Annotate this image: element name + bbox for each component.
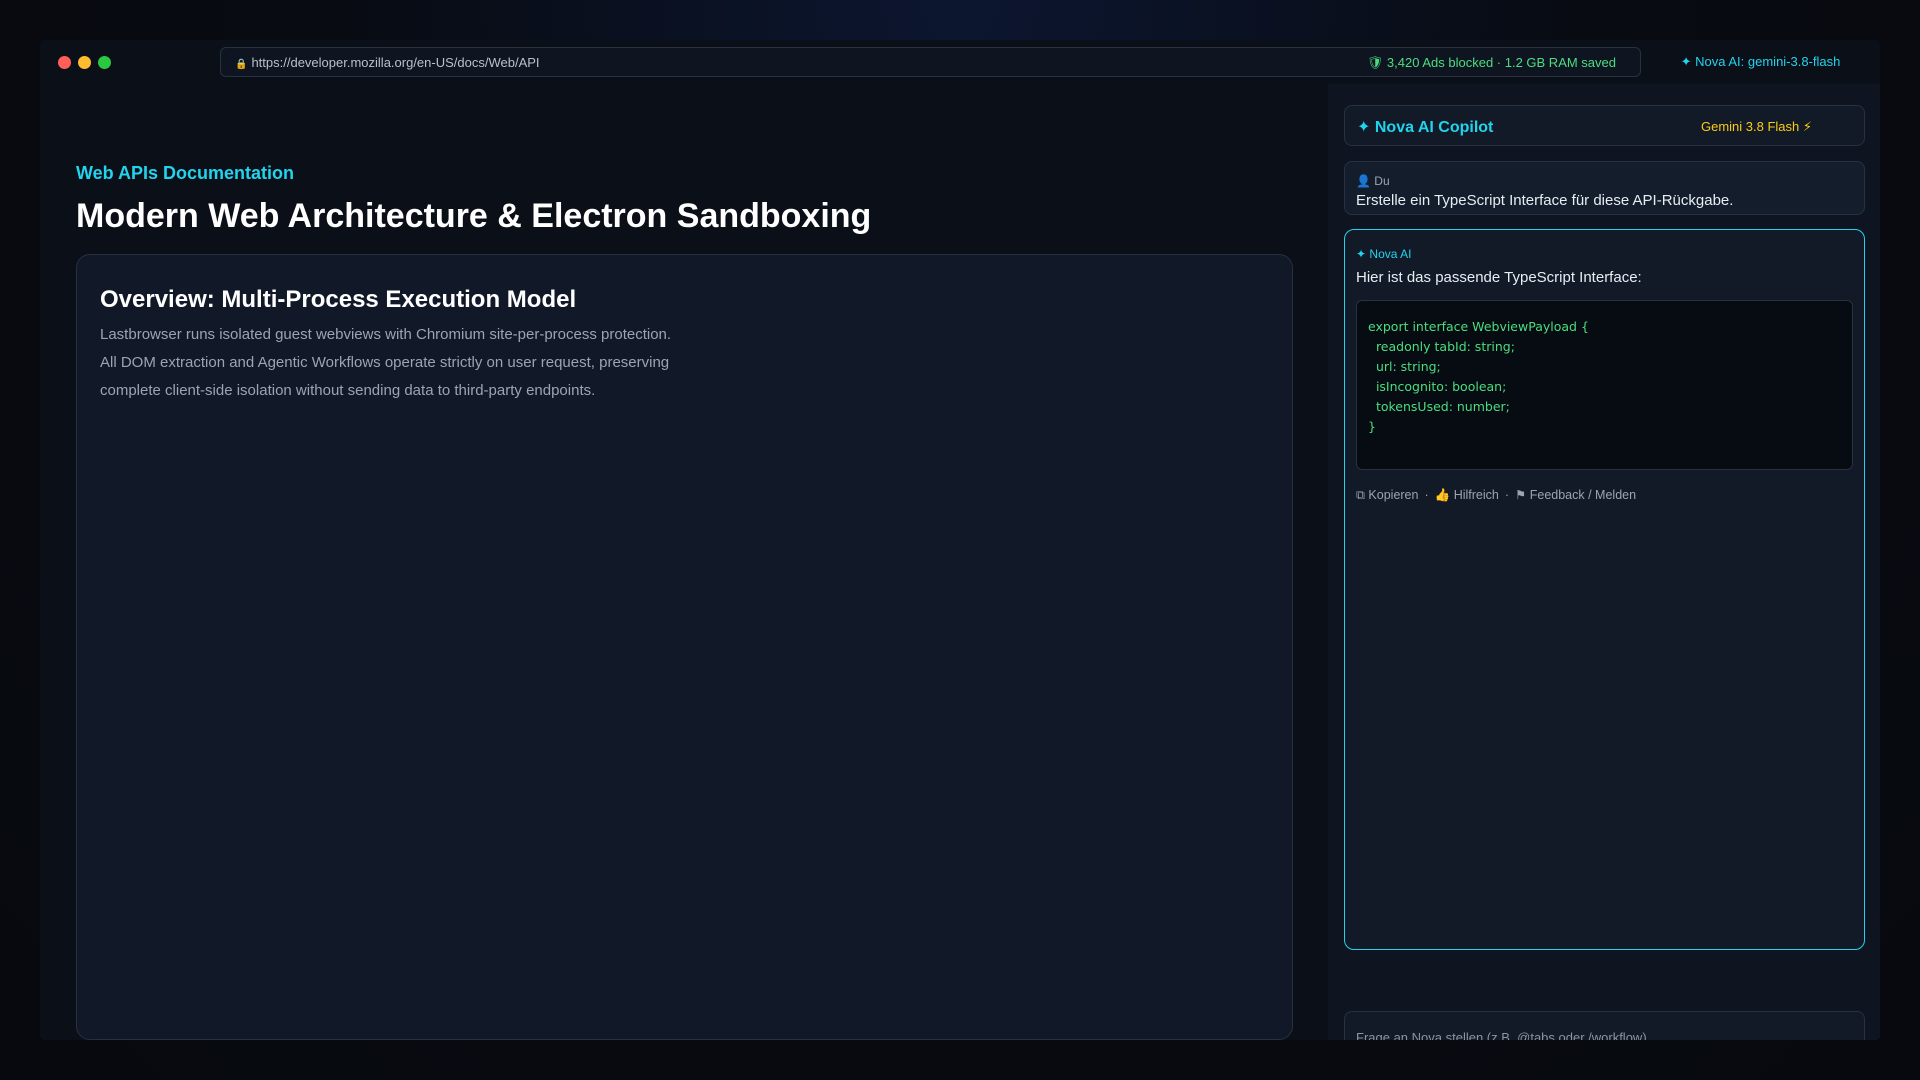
user-message-sender: 👤 Du [1356,174,1390,188]
minimize-window-button[interactable] [78,56,91,69]
close-window-button[interactable] [58,56,71,69]
code-line: readonly tabId: string; [1368,339,1515,354]
webview-content: Web APIs Documentation Modern Web Archit… [40,84,1328,1040]
user-message-sender-name: Du [1374,174,1390,188]
ai-message-intro: Hier ist das passende TypeScript Interfa… [1356,269,1642,286]
copilot-sidebar: ✦ Nova AI Copilot Gemini 3.8 Flash ⚡ 👤 D… [1328,84,1880,1040]
user-message: 👤 Du Erstelle ein TypeScript Interface f… [1344,161,1865,215]
page-title: Modern Web Architecture & Electron Sandb… [76,197,872,235]
sparkle-icon: ✦ [1356,247,1367,261]
overview-card: Overview: Multi-Process Execution Model … [76,254,1293,1040]
thumbs-up-icon: 👍 [1434,488,1451,502]
code-block[interactable]: export interface WebviewPayload { readon… [1356,300,1853,470]
user-message-text: Erstelle ein TypeScript Interface für di… [1356,192,1734,209]
code-line: isIncognito: boolean; [1368,379,1507,394]
helpful-label: Hilfreich [1453,488,1499,502]
overview-line: All DOM extraction and Agentic Workflows… [100,354,670,371]
ai-message-sender: ✦ Nova AI [1356,247,1411,261]
prompt-input[interactable] [1356,1024,1854,1040]
copilot-title-text: Nova AI Copilot [1374,119,1494,136]
overview-line: Lastbrowser runs isolated guest webviews… [100,326,672,343]
sparkle-icon: ✦ [1680,54,1692,69]
code-line: url: string; [1368,359,1441,374]
copy-icon: ⧉ [1356,488,1365,502]
flag-icon: ⚑ [1515,488,1527,502]
separator: · [1424,488,1429,502]
section-label[interactable]: Web APIs Documentation [76,163,294,184]
separator: · [1504,488,1510,502]
copy-label: Kopieren [1368,488,1419,502]
feedback-button[interactable]: ⚑ Feedback / Melden [1515,488,1636,502]
feedback-label: Feedback / Melden [1529,488,1637,502]
url-display: 🔒 https://developer.mozilla.org/en-US/doc… [235,55,540,70]
address-bar[interactable]: 🔒 https://developer.mozilla.org/en-US/doc… [220,47,1641,77]
code-line: tokensUsed: number; [1368,399,1510,414]
shield-icon: 🛡 [1366,55,1384,70]
helpful-button[interactable]: 👍 Hilfreich [1435,488,1499,502]
ai-message-sender-name: Nova AI [1369,247,1412,261]
adblock-status[interactable]: 🛡 3,420 Ads blocked · 1.2 GB RAM saved [1367,55,1616,71]
ai-message: ✦ Nova AI Hier ist das passende TypeScri… [1344,229,1865,950]
lock-icon: 🔒 [235,59,248,70]
url-text: https://developer.mozilla.org/en-US/docs… [251,55,540,70]
browser-window: 🔒 https://developer.mozilla.org/en-US/doc… [40,40,1880,1040]
sparkle-icon: ✦ [1357,119,1371,136]
nova-ai-status-text: Nova AI: gemini-3.8-flash [1695,54,1841,69]
adblock-status-text: 3,420 Ads blocked · 1.2 GB RAM saved [1386,55,1616,70]
copy-button[interactable]: ⧉ Kopieren [1356,488,1418,502]
user-icon: 👤 [1356,174,1371,188]
prompt-input-container [1344,1011,1865,1040]
title-bar: 🔒 https://developer.mozilla.org/en-US/doc… [40,40,1880,84]
overview-heading: Overview: Multi-Process Execution Model [100,286,577,313]
nova-ai-status[interactable]: ✦ Nova AI: gemini-3.8-flash [1641,54,1880,70]
copilot-title: ✦ Nova AI Copilot [1357,117,1493,137]
message-actions: ⧉ Kopieren · 👍 Hilfreich · ⚑ Feedback / Meld… [1356,487,1636,503]
maximize-window-button[interactable] [98,56,111,69]
copilot-header: ✦ Nova AI Copilot Gemini 3.8 Flash ⚡ [1344,105,1865,146]
lightning-icon: ⚡ [1802,119,1813,134]
code-line: } [1368,419,1376,434]
model-selector-label: Gemini 3.8 Flash [1701,119,1800,134]
code-line: export interface WebviewPayload { [1368,319,1589,334]
overview-line: complete client-side isolation without s… [100,382,596,399]
model-selector[interactable]: Gemini 3.8 Flash ⚡ [1701,119,1812,135]
